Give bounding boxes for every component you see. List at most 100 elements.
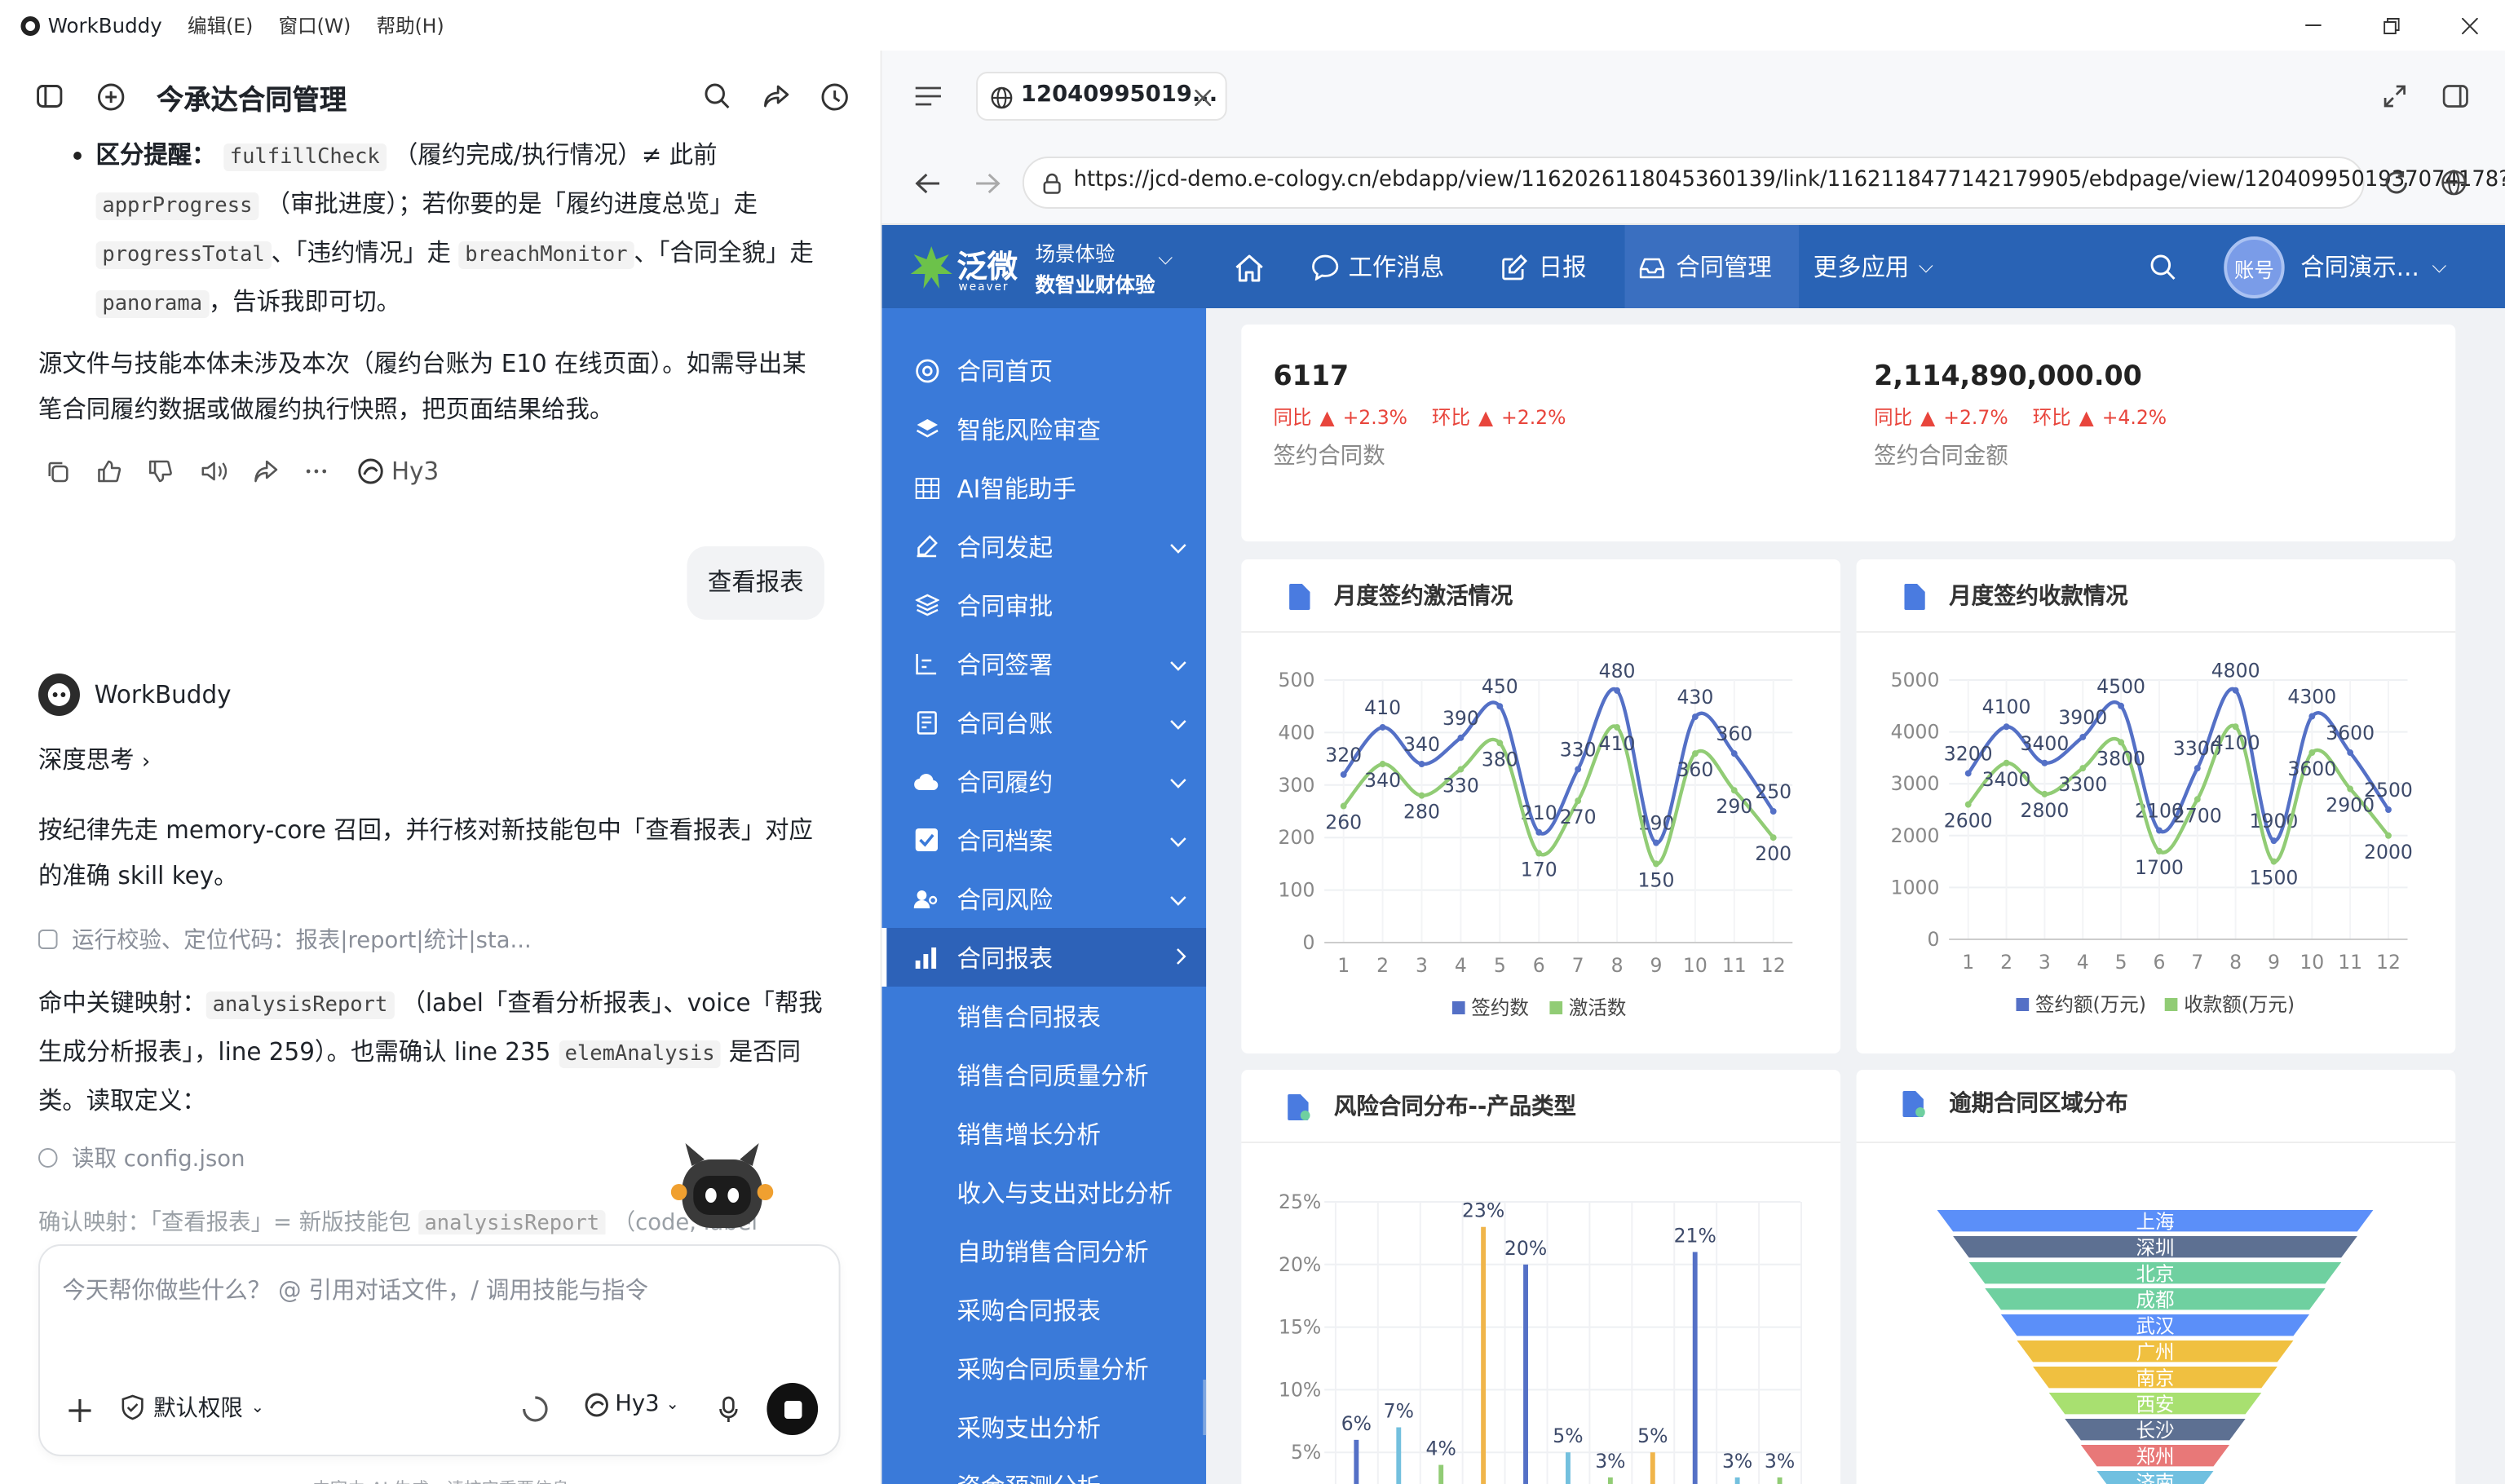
sidebar-item-ai-assistant[interactable]: AI智能助手	[881, 458, 1206, 517]
browser-tab[interactable]: 12040995019...	[976, 72, 1227, 121]
sidebar-sub-self-service[interactable]: 自助销售合同分析	[881, 1221, 1206, 1280]
close-window-icon[interactable]	[2457, 13, 2482, 39]
site-globe-icon[interactable]	[2440, 168, 2468, 197]
sidebar-item-archive[interactable]: 合同档案	[881, 810, 1206, 869]
url-field[interactable]: https://jcd-demo.e-cology.cn/ebdapp/view…	[1022, 157, 2505, 209]
share-icon[interactable]	[762, 82, 791, 111]
expand-icon[interactable]	[2380, 82, 2409, 111]
search-icon[interactable]	[703, 82, 731, 111]
menu-window[interactable]: 窗口(W)	[279, 11, 351, 39]
sidebar-item-reports[interactable]: 合同报表	[881, 928, 1207, 987]
browser-tab-bar: 12040995019...	[881, 51, 2505, 142]
chat-header: 今承达合同管理	[0, 51, 881, 142]
sidebar-item-sign[interactable]: 合同签署	[881, 634, 1206, 693]
bar	[1566, 1452, 1571, 1484]
sidebar-sub-sales-report[interactable]: 销售合同报表	[881, 987, 1206, 1045]
data-point	[1496, 703, 1504, 710]
data-label: 2800	[2021, 799, 2070, 822]
nav-daily[interactable]: 日报	[1500, 250, 1587, 284]
chat-input-box[interactable]: 今天帮你做些什么？ @ 引用对话文件，/ 调用技能与指令 默认权限 ⌄ Hy3 …	[38, 1244, 841, 1456]
sidebar-toggle-icon[interactable]	[35, 82, 64, 111]
bullet-label: 区分提醒	[95, 142, 192, 170]
sidebar-sub-purchase-spend[interactable]: 采购支出分析	[881, 1398, 1206, 1456]
sidebar-item-approval[interactable]: 合同审批	[881, 576, 1206, 634]
sidebar-sub-purchase-report[interactable]: 采购合同报表	[881, 1280, 1206, 1339]
y-tick-label: 25%	[1279, 1190, 1321, 1213]
chevron-down-icon[interactable]: ⌵	[1158, 246, 1173, 271]
minimize-icon[interactable]	[2300, 13, 2326, 39]
mascot-robot-icon[interactable]	[668, 1133, 776, 1234]
split-view-icon[interactable]	[2441, 82, 2470, 111]
shield-check-icon	[120, 1394, 145, 1420]
chat-input[interactable]: 今天帮你做些什么？ @ 引用对话文件，/ 调用技能与指令	[62, 1272, 647, 1306]
copy-icon[interactable]	[45, 458, 70, 484]
data-point	[1457, 766, 1465, 773]
speaker-icon[interactable]	[200, 458, 228, 484]
data-label: 360	[1677, 758, 1713, 781]
nav-more-apps[interactable]: 更多应用 ⌵	[1814, 250, 1933, 284]
microphone-icon[interactable]	[713, 1393, 744, 1425]
forward-nav-icon[interactable]	[973, 168, 1001, 197]
stop-generation-button[interactable]	[767, 1383, 819, 1435]
sidebar-item-risk[interactable]: 合同风险	[881, 869, 1206, 928]
history-icon[interactable]	[820, 82, 848, 111]
deep-think-toggle[interactable]: 深度思考 ›	[38, 737, 150, 786]
model-select[interactable]: Hy3 ⌄	[583, 1391, 679, 1417]
data-label: 21%	[1674, 1224, 1716, 1247]
data-point	[1653, 860, 1659, 868]
data-label: 5%	[1553, 1424, 1583, 1447]
nav-contract-active[interactable]: 合同管理	[1624, 225, 1800, 308]
y-tick-label: 300	[1279, 774, 1315, 797]
sidebar-sub-cash-forecast[interactable]: 资金预测分析	[881, 1456, 1206, 1484]
sidebar-sub-income-expense[interactable]: 收入与支出对比分析	[881, 1163, 1206, 1221]
user-menu[interactable]: 合同演示... ⌵	[2300, 250, 2446, 284]
sidebar-item-risk-review[interactable]: 智能风险审查	[881, 400, 1206, 458]
yoy-label: 同比	[1273, 406, 1312, 429]
sidebar-item-home[interactable]: 合同首页	[881, 341, 1206, 400]
sidebar-item-initiate[interactable]: 合同发起	[881, 517, 1206, 576]
data-label: 7%	[1384, 1399, 1414, 1422]
back-icon[interactable]	[912, 168, 941, 197]
tool-call-1[interactable]: 运行校验、定位代码：报表|report|统计|sta...	[38, 918, 824, 964]
restore-icon[interactable]	[2379, 13, 2404, 39]
sidebar-sub-sales-growth[interactable]: 销售增长分析	[881, 1104, 1206, 1163]
thumbs-down-icon[interactable]	[147, 458, 172, 484]
sidebar-item-fulfillment[interactable]: 合同履约	[881, 752, 1206, 810]
bar-chart-risk-products: 0%5%10%15%20%25%6%7%4%23%20%5%3%5%21%3%3…	[1279, 1190, 1802, 1484]
data-label: 330	[1442, 774, 1479, 797]
ai-disclaimer: 内容由 AI 生成，请核实重要信息	[0, 1476, 881, 1484]
app-logo-icon	[20, 14, 42, 37]
data-label: 1500	[2250, 866, 2299, 889]
search-icon[interactable]	[2147, 251, 2179, 284]
sidebar-item-label: 智能风险审查	[956, 415, 1101, 444]
forward-icon[interactable]	[253, 458, 278, 484]
x-tick-label: 5	[2115, 951, 2127, 974]
thumbs-up-icon[interactable]	[96, 458, 121, 484]
reload-icon[interactable]	[2382, 168, 2410, 197]
stat-contract-amount: 2,114,890,000.00 同比 ▲ +2.7% 环比 ▲ +4.2% 签…	[1874, 360, 2167, 470]
nav-daily-label: 日报	[1538, 253, 1587, 282]
close-tab-icon[interactable]	[1191, 85, 1216, 111]
document-icon	[1286, 582, 1311, 612]
tabs-menu-icon[interactable]	[914, 82, 943, 111]
x-tick-label: 4	[2077, 951, 2089, 974]
sidebar-sub-purchase-quality[interactable]: 采购合同质量分析	[881, 1339, 1206, 1398]
more-icon[interactable]	[303, 458, 329, 484]
permission-select[interactable]: 默认权限 ⌄	[120, 1391, 264, 1424]
data-point	[2385, 806, 2392, 813]
menu-edit[interactable]: 编辑(E)	[188, 11, 253, 39]
data-point	[2156, 847, 2163, 855]
home-icon[interactable]	[1234, 251, 1266, 284]
add-attachment-icon[interactable]	[65, 1396, 94, 1425]
x-tick-label: 8	[2229, 951, 2242, 974]
new-chat-icon[interactable]	[95, 80, 126, 113]
avatar[interactable]: 账号	[2224, 236, 2285, 298]
data-point	[1418, 792, 1425, 799]
sidebar-item-label: 合同发起	[956, 532, 1054, 562]
nav-messages[interactable]: 工作消息	[1310, 250, 1444, 284]
scene-switcher[interactable]: 场景体验 数智业财体验	[1036, 236, 1155, 298]
sidebar-item-ledger[interactable]: 合同台账	[881, 693, 1206, 752]
sidebar-sub-sales-quality[interactable]: 销售合同质量分析	[881, 1045, 1206, 1104]
menu-help[interactable]: 帮助(H)	[377, 11, 444, 39]
sidebar-sub-label: 自助销售合同分析	[956, 1237, 1149, 1266]
